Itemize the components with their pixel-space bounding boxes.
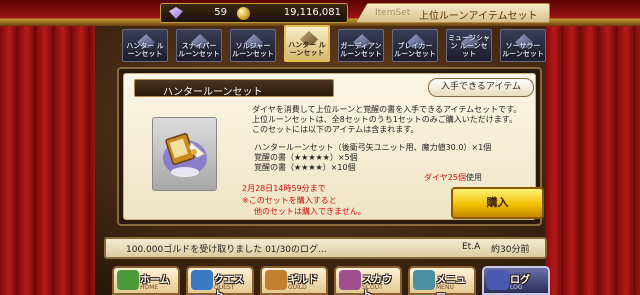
purchase-warning: ※このセットを購入すると bbox=[242, 196, 337, 205]
page-tag: ItemSet bbox=[375, 8, 411, 18]
nav-quest-button[interactable]: クエストQUEST bbox=[186, 266, 254, 295]
item-set-thumbnail bbox=[152, 117, 217, 191]
set-contents: ハンタールーンセット（後衛弓矢ユニット用、魔力値30.0）×1個 覚醒の書（★★… bbox=[254, 143, 529, 173]
nav-sublabel: LOG bbox=[510, 284, 523, 291]
log-message: 100.000ゴルドを受け取りました 01/30のログ... bbox=[126, 245, 327, 255]
price-text: ダイヤ25個使用 bbox=[424, 172, 482, 183]
rune-book-icon bbox=[163, 133, 207, 177]
nav-label: クエスト bbox=[214, 275, 244, 295]
tab-label: ガーディアン ルーンセット bbox=[340, 42, 382, 58]
item-set-detail: ハンタールーンセット 入手できるアイテム ダイヤを消費して上位ルーンと覚醒の書を… bbox=[123, 73, 544, 220]
currency-display: 59 19,116,081 bbox=[160, 3, 348, 23]
purchase-warning: 他のセットは購入できません。 bbox=[254, 207, 366, 216]
purchase-button[interactable]: 購入 bbox=[451, 187, 544, 219]
log-source: Et.A bbox=[462, 242, 481, 252]
nav-sublabel: SCOUT bbox=[362, 284, 383, 291]
tab-label: ハンター ルーンセット bbox=[288, 41, 326, 57]
log-ticker[interactable]: 100.000ゴルドを受け取りました 01/30のログ... Et.A 約30分… bbox=[104, 237, 547, 259]
diamond-icon bbox=[169, 7, 183, 19]
log-timestamp: 約30分前 bbox=[491, 245, 530, 255]
nav-guild-button[interactable]: ギルド GUILD bbox=[260, 266, 328, 295]
guild-icon bbox=[265, 270, 287, 290]
tab-rune-set[interactable]: ブレイカー ルーンセット bbox=[392, 29, 438, 62]
tab-label: ブレイカー ルーンセット bbox=[394, 42, 436, 58]
nav-menu-button[interactable]: メニューMENU bbox=[408, 266, 476, 295]
contents-line: ハンタールーンセット（後衛弓矢ユニット用、魔力値30.0）×1個 bbox=[254, 143, 492, 152]
set-name: ハンタールーンセット bbox=[163, 87, 263, 98]
description-line: 上位ルーンセットは、全8セットのうち1セットのみご購入いただけます。 bbox=[252, 115, 517, 124]
set-name-banner: ハンタールーンセット bbox=[134, 79, 334, 98]
tab-rune-set[interactable]: ガーディアン ルーンセット bbox=[338, 29, 384, 62]
speech-bubble-icon bbox=[487, 270, 509, 290]
quest-icon bbox=[191, 270, 213, 290]
page-title-banner: ItemSet 上位ルーンアイテムセット bbox=[356, 3, 550, 23]
nav-home-button[interactable]: ホーム HOME bbox=[112, 266, 180, 295]
bottom-navigation: ホームHOME クエストQUEST ギルドGUILD スカウトSCOUT メニュ… bbox=[112, 266, 552, 295]
nav-log-button[interactable]: ログ LOG bbox=[482, 266, 550, 295]
tab-label: ハンター ルーンセット bbox=[126, 42, 164, 58]
set-description: ダイヤを消費して上位ルーンと覚醒の書を入手できるアイテムセットです。 上位ルーン… bbox=[252, 105, 537, 135]
contents-line: 覚醒の書（★★★★）×10個 bbox=[254, 163, 356, 172]
tab-label: ソルジャー ルーンセット bbox=[232, 42, 274, 58]
contents-line: 覚醒の書（★★★★★）×5個 bbox=[254, 153, 358, 162]
left-curtain bbox=[0, 0, 95, 295]
sale-deadline: 2月28日14時59分まで bbox=[242, 184, 326, 193]
tab-rune-set[interactable]: ハンター ルーンセット bbox=[122, 29, 168, 62]
nav-label: メニュー bbox=[436, 275, 466, 295]
gold-coin-icon bbox=[237, 7, 250, 20]
nav-sublabel: MENU bbox=[436, 284, 454, 291]
price-amount: ダイヤ25個 bbox=[424, 173, 466, 182]
scout-icon bbox=[339, 270, 361, 290]
right-curtain bbox=[545, 0, 640, 295]
page-title: 上位ルーンアイテムセット bbox=[419, 11, 538, 22]
tab-rune-set[interactable]: スナイパー ルーンセット bbox=[176, 29, 222, 62]
nav-label: スカウト bbox=[362, 275, 392, 295]
gem-count: 59 bbox=[214, 7, 227, 18]
home-icon bbox=[117, 270, 139, 290]
tab-rune-set-active[interactable]: ハンター ルーンセット bbox=[284, 25, 330, 62]
item-set-panel: ハンタールーンセット 入手できるアイテム ダイヤを消費して上位ルーンと覚醒の書を… bbox=[117, 67, 544, 226]
tab-label: ソーサラー ルーンセット bbox=[502, 42, 544, 58]
top-bar: 59 19,116,081 ItemSet 上位ルーンアイテムセット bbox=[160, 3, 550, 23]
tab-label: ミュージシャン ルーンセット bbox=[448, 34, 490, 58]
tab-label: スナイパー ルーンセット bbox=[178, 42, 220, 58]
obtainable-items-button[interactable]: 入手できるアイテム bbox=[428, 78, 534, 97]
nav-scout-button[interactable]: スカウトSCOUT bbox=[334, 266, 402, 295]
description-line: このセットには以下のアイテムは含まれます。 bbox=[252, 125, 419, 134]
description-line: ダイヤを消費して上位ルーンと覚醒の書を入手できるアイテムセットです。 bbox=[252, 105, 522, 114]
tab-rune-set[interactable]: ソーサラー ルーンセット bbox=[500, 29, 546, 62]
price-suffix: 使用 bbox=[465, 173, 482, 182]
nav-sublabel: QUEST bbox=[214, 284, 235, 291]
nav-sublabel: GUILD bbox=[288, 284, 307, 291]
gold-count: 19,116,081 bbox=[283, 7, 341, 18]
gear-icon bbox=[413, 270, 435, 290]
rune-set-tabs: ハンター ルーンセット スナイパー ルーンセット ソルジャー ルーンセット ハン… bbox=[122, 25, 546, 65]
tab-rune-set[interactable]: ミュージシャン ルーンセット bbox=[446, 29, 492, 62]
nav-sublabel: HOME bbox=[140, 284, 159, 291]
tab-rune-set[interactable]: ソルジャー ルーンセット bbox=[230, 29, 276, 62]
